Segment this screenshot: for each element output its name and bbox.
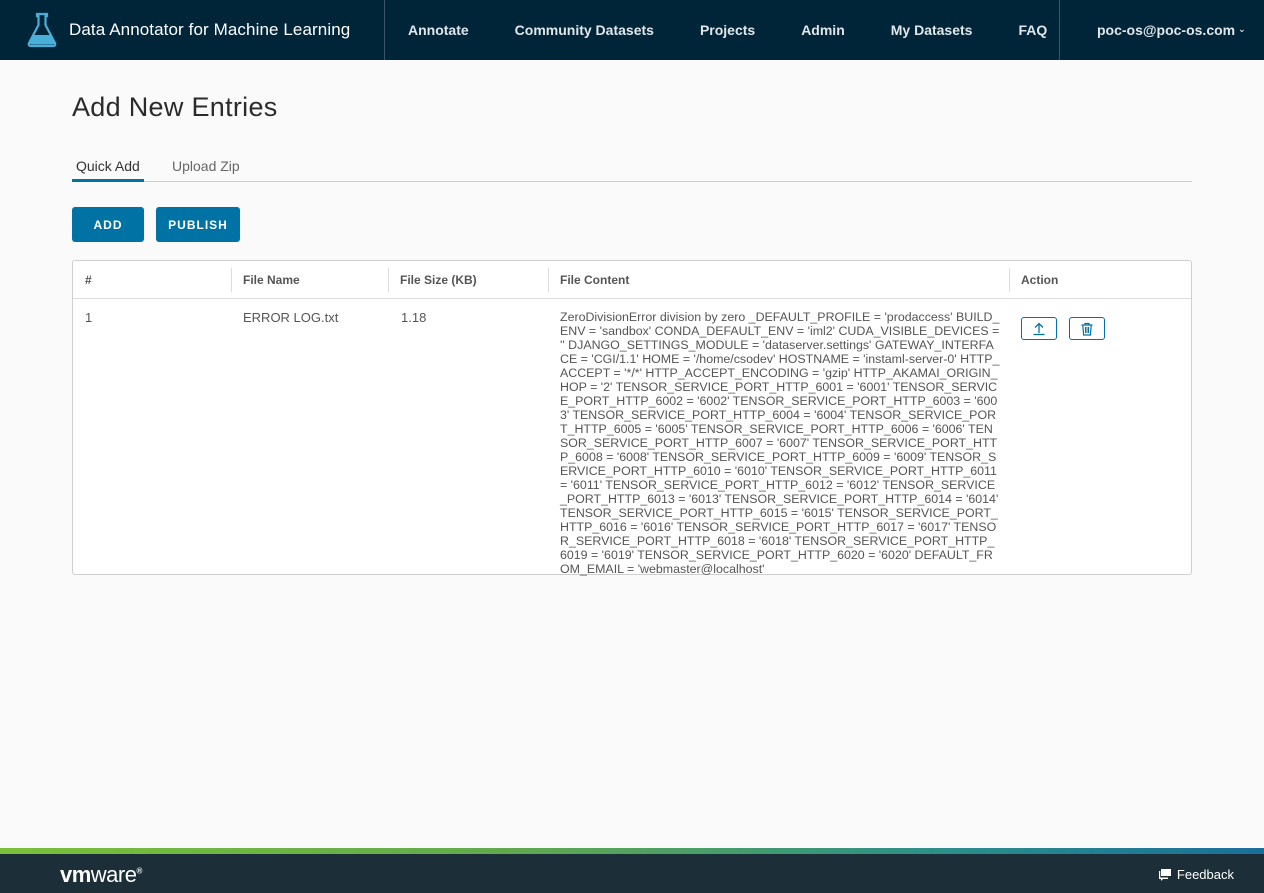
app-title: Data Annotator for Machine Learning	[69, 20, 351, 39]
feedback-link[interactable]: Feedback	[1158, 867, 1234, 882]
main-nav: Annotate Community Datasets Projects Adm…	[385, 0, 1070, 60]
active-tab-indicator	[72, 179, 144, 182]
vmware-logo: vmware®	[60, 862, 142, 887]
user-menu[interactable]: poc-os@poc-os.com ⌄	[1059, 0, 1264, 60]
feedback-icon	[1158, 869, 1171, 881]
trash-icon	[1081, 322, 1093, 336]
add-button[interactable]: ADD	[72, 207, 144, 242]
flask-icon	[27, 12, 57, 48]
table-header: # File Name File Size (KB) File Content …	[73, 261, 1191, 299]
tab-bar: Quick Add Upload Zip	[72, 150, 1192, 182]
nav-annotate[interactable]: Annotate	[385, 22, 492, 38]
brand[interactable]: Data Annotator for Machine Learning	[0, 0, 385, 60]
column-header-file-size: File Size (KB)	[400, 273, 477, 287]
footer: vmware® Feedback	[0, 854, 1264, 893]
column-header-action: Action	[1021, 273, 1059, 287]
page-title: Add New Entries	[72, 92, 278, 122]
upload-icon	[1033, 322, 1045, 335]
row-file-content: ZeroDivisionError division by zero _DEFA…	[560, 310, 1000, 576]
row-index: 1	[85, 310, 93, 325]
feedback-label: Feedback	[1176, 867, 1234, 882]
top-header: Data Annotator for Machine Learning Anno…	[0, 0, 1264, 60]
user-email: poc-os@poc-os.com	[1097, 22, 1236, 38]
nav-my-datasets[interactable]: My Datasets	[868, 22, 996, 38]
tab-upload-zip[interactable]: Upload Zip	[172, 158, 240, 174]
nav-community-datasets[interactable]: Community Datasets	[492, 22, 677, 38]
publish-button[interactable]: PUBLISH	[156, 207, 240, 242]
tab-quick-add[interactable]: Quick Add	[76, 158, 140, 174]
column-header-file-content: File Content	[560, 273, 630, 287]
row-file-size: 1.18	[401, 310, 427, 325]
nav-projects[interactable]: Projects	[677, 22, 778, 38]
entries-table: # File Name File Size (KB) File Content …	[72, 260, 1192, 576]
upload-button[interactable]	[1021, 317, 1057, 340]
delete-button[interactable]	[1069, 317, 1105, 340]
nav-admin[interactable]: Admin	[778, 22, 868, 38]
column-header-file-name: File Name	[243, 273, 300, 287]
chevron-down-icon: ⌄	[1238, 23, 1246, 34]
row-file-name: ERROR LOG.txt	[243, 310, 339, 325]
column-header-index: #	[85, 273, 92, 287]
